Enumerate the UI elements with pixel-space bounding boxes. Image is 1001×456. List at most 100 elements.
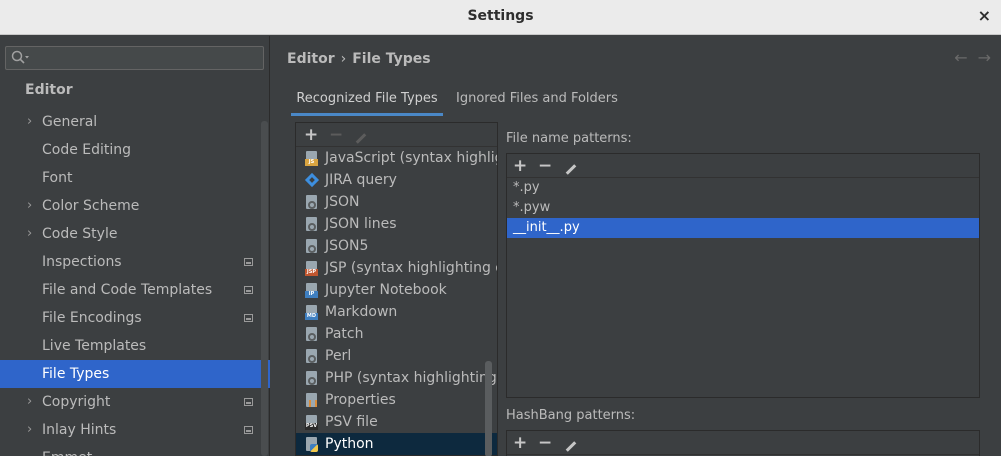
sidebar-item-label: Code Editing bbox=[42, 142, 132, 158]
file-type-label: JSP (syntax highlighting on bbox=[325, 260, 497, 276]
tab-recognized-file-types[interactable]: Recognized File Types bbox=[291, 86, 443, 116]
file-type-item[interactable]: MD Markdown bbox=[296, 301, 497, 323]
sidebar-item-code-style[interactable]: › Code Style bbox=[0, 220, 270, 248]
search-icon bbox=[11, 50, 29, 64]
add-file-type-button[interactable]: + bbox=[304, 125, 318, 145]
back-arrow-icon[interactable]: ← bbox=[954, 48, 967, 67]
window-titlebar: Settings × bbox=[0, 0, 1001, 35]
pencil-icon bbox=[564, 440, 576, 452]
forward-arrow-icon[interactable]: → bbox=[978, 48, 991, 67]
python-file-icon bbox=[305, 437, 318, 452]
window-title: Settings bbox=[467, 8, 534, 24]
pattern-item[interactable]: __init__.py bbox=[507, 218, 979, 238]
sidebar-item-general[interactable]: › General bbox=[0, 108, 270, 136]
project-scope-icon bbox=[244, 426, 253, 434]
chevron-right-icon[interactable]: › bbox=[27, 388, 32, 416]
sidebar-item-inlay-hints[interactable]: › Inlay Hints bbox=[0, 416, 270, 444]
remove-pattern-button[interactable]: − bbox=[538, 156, 552, 176]
chevron-right-icon[interactable]: › bbox=[27, 220, 32, 248]
json5-file-icon bbox=[305, 239, 318, 254]
sidebar-item-label: Color Scheme bbox=[42, 198, 140, 214]
file-type-label: Patch bbox=[325, 326, 364, 342]
sidebar-item-label: Code Style bbox=[42, 226, 118, 242]
hashbang-patterns-panel: + − bbox=[506, 430, 980, 456]
sidebar-item-color-scheme[interactable]: › Color Scheme bbox=[0, 192, 270, 220]
sidebar-item-label: Font bbox=[42, 170, 73, 186]
sidebar-item-label: File Types bbox=[42, 366, 110, 382]
pattern-item[interactable]: *.pyw bbox=[507, 198, 979, 218]
file-type-item[interactable]: IP Jupyter Notebook bbox=[296, 279, 497, 301]
file-type-item[interactable]: JS JavaScript (syntax highlight bbox=[296, 147, 497, 169]
sidebar-item-label: Live Templates bbox=[42, 338, 147, 354]
patch-file-icon bbox=[305, 327, 318, 342]
hashbang-patterns-label: HashBang patterns: bbox=[506, 408, 636, 423]
file-type-item[interactable]: Properties bbox=[296, 389, 497, 411]
file-types-panel: + − JS JavaScript (syntax highlight JIRA q… bbox=[295, 122, 498, 456]
sidebar-item-inspections[interactable]: Inspections bbox=[0, 248, 270, 276]
main-panel: Editor › File Types ← → Recognized File Typ… bbox=[271, 36, 1001, 456]
close-icon[interactable]: × bbox=[978, 6, 991, 25]
pencil-icon bbox=[354, 132, 366, 144]
edit-file-type-button[interactable] bbox=[354, 129, 366, 149]
sidebar-item-label: Inspections bbox=[42, 254, 122, 270]
file-type-label: JSON5 bbox=[325, 238, 369, 254]
project-scope-icon bbox=[244, 314, 253, 322]
tab-ignored-files-and-folders[interactable]: Ignored Files and Folders bbox=[456, 86, 618, 116]
sidebar-item-file-encodings[interactable]: File Encodings bbox=[0, 304, 270, 332]
markdown-file-icon: MD bbox=[305, 305, 318, 320]
properties-file-icon bbox=[305, 393, 318, 408]
history-navigation: ← → bbox=[944, 48, 991, 67]
jira-query-icon bbox=[304, 172, 320, 188]
sidebar-item-emmet[interactable]: Emmet bbox=[0, 444, 270, 456]
sidebar-item-label: General bbox=[42, 114, 98, 130]
edit-hashbang-button[interactable] bbox=[564, 437, 576, 456]
add-hashbang-button[interactable]: + bbox=[513, 433, 527, 453]
sidebar-item-file-types[interactable]: File Types bbox=[0, 360, 270, 388]
search-input[interactable] bbox=[5, 46, 264, 70]
project-scope-icon bbox=[244, 398, 253, 406]
file-type-item[interactable]: Python bbox=[296, 433, 497, 455]
file-type-label: Python bbox=[325, 436, 374, 452]
file-type-label: Perl bbox=[325, 348, 352, 364]
file-name-patterns-panel: + − *.py *.pyw __init__.py bbox=[506, 153, 980, 398]
edit-pattern-button[interactable] bbox=[564, 160, 576, 180]
file-type-item[interactable]: JIRA query bbox=[296, 169, 497, 191]
sidebar-item-label: File and Code Templates bbox=[42, 282, 213, 298]
patterns-list[interactable]: *.py *.pyw __init__.py bbox=[507, 178, 979, 238]
chevron-right-icon[interactable]: › bbox=[27, 108, 32, 136]
sidebar-heading-editor[interactable]: Editor bbox=[25, 82, 73, 98]
add-pattern-button[interactable]: + bbox=[513, 156, 527, 176]
pattern-item[interactable]: *.py bbox=[507, 178, 979, 198]
file-type-item[interactable]: JSON5 bbox=[296, 235, 497, 257]
file-types-scrollbar[interactable] bbox=[485, 361, 492, 456]
file-type-label: JSON lines bbox=[325, 216, 397, 232]
file-type-item[interactable]: PHP (syntax highlighting or bbox=[296, 367, 497, 389]
file-type-item[interactable]: JSP JSP (syntax highlighting on bbox=[296, 257, 497, 279]
sidebar-scrollbar[interactable] bbox=[261, 121, 268, 456]
file-types-list[interactable]: JS JavaScript (syntax highlight JIRA query… bbox=[296, 147, 497, 456]
file-type-item[interactable]: JSON lines bbox=[296, 213, 497, 235]
sidebar-item-label: File Encodings bbox=[42, 310, 142, 326]
patterns-toolbar: + − bbox=[507, 154, 979, 178]
file-types-toolbar: + − bbox=[296, 123, 497, 147]
remove-file-type-button[interactable]: − bbox=[329, 125, 343, 145]
project-scope-icon bbox=[244, 258, 253, 266]
file-type-label: Markdown bbox=[325, 304, 398, 320]
sidebar-item-file-and-code-templates[interactable]: File and Code Templates bbox=[0, 276, 270, 304]
file-type-item[interactable]: JSON bbox=[296, 191, 497, 213]
file-type-item[interactable]: PSV PSV file bbox=[296, 411, 497, 433]
chevron-right-icon[interactable]: › bbox=[27, 416, 32, 444]
sidebar-item-font[interactable]: Font bbox=[0, 164, 270, 192]
remove-hashbang-button[interactable]: − bbox=[538, 433, 552, 453]
sidebar-item-copyright[interactable]: › Copyright bbox=[0, 388, 270, 416]
pencil-icon bbox=[564, 163, 576, 175]
file-type-label: JavaScript (syntax highlight bbox=[325, 150, 497, 166]
sidebar-item-live-templates[interactable]: Live Templates bbox=[0, 332, 270, 360]
chevron-right-icon[interactable]: › bbox=[27, 192, 32, 220]
file-type-item[interactable]: Patch bbox=[296, 323, 497, 345]
perl-file-icon bbox=[305, 349, 318, 364]
json-file-icon bbox=[305, 195, 318, 210]
file-type-item[interactable]: Perl bbox=[296, 345, 497, 367]
json-lines-file-icon bbox=[305, 217, 318, 232]
sidebar-item-code-editing[interactable]: Code Editing bbox=[0, 136, 270, 164]
